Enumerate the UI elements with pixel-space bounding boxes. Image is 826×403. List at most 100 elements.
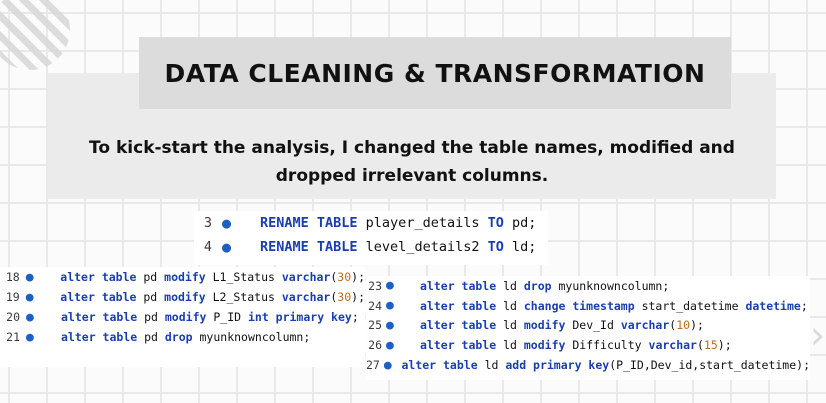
sql-keyword: int primary key [247,310,352,324]
code-line: 3 ● RENAME TABLE player_details TO pd; [194,211,548,235]
breakpoint-dot-icon: ● [386,337,394,353]
sql-text: pd [137,330,165,344]
sql-keyword: drop [523,278,552,293]
sql-text: pd [136,270,165,284]
breakpoint-dot-icon: ● [222,214,232,232]
line-number: 25 [368,318,382,333]
code-line: 27 ● alter table ld add primary key (P_ID,D… [366,355,810,375]
sql-text: ld; [503,239,537,255]
line-number: 4 [203,239,212,255]
sql-keyword: TO [487,239,504,255]
breakpoint-dot-icon: ● [383,357,392,373]
code-snippet-pd: 18 ● alter table pd modify L1_Status varch… [0,267,365,367]
sql-text: ; [800,298,808,313]
subtitle-line-1: To kick-start the analysis, I changed th… [89,138,735,158]
sql-keyword: modify [164,290,206,304]
line-number: 18 [5,270,20,284]
code-line: 24 ● alter table ld change timestamp start… [366,296,810,316]
sql-keyword: modify [164,270,206,284]
breakpoint-dot-icon: ● [386,317,394,333]
code-line: 19 ● alter table pd modify L2_Status varch… [0,287,365,307]
breakpoint-dot-icon: ● [386,298,394,314]
sql-keyword: modify [164,310,207,324]
sql-text: start_datetime [634,298,746,313]
sql-text: pd [137,310,165,324]
sql-keyword: change timestamp [523,298,635,313]
sql-text: ( [330,290,338,304]
sql-text: ( [696,338,704,353]
page-title: DATA CLEANING & TRANSFORMATION [164,58,706,88]
sql-keyword: alter table [60,290,137,304]
code-line: 26 ● alter table ld modify Difficulty varc… [366,335,810,355]
subtitle: To kick-start the analysis, I changed th… [48,134,776,190]
sql-keyword: alter table [420,338,497,353]
sql-text: ); [351,290,365,304]
sql-keyword: add primary key [505,358,610,373]
sql-text: pd [136,290,165,304]
subtitle-line-2: dropped irrelevant columns. [275,166,549,186]
sql-keyword: alter table [420,318,497,333]
code-line: 4 ● RENAME TABLE level_details2 TO ld; [194,235,548,259]
sql-text: ); [351,270,365,284]
sql-text: ); [717,338,732,353]
sql-keyword: varchar [281,270,331,284]
sql-keyword: alter table [420,278,497,293]
sql-text: ( [669,318,677,333]
code-snippet-rename: 3 ● RENAME TABLE player_details TO pd; 4 ● RE… [194,211,548,265]
line-number: 21 [6,330,20,344]
sql-keyword: RENAME TABLE [260,239,358,255]
sql-keyword: datetime [745,298,801,313]
line-number: 26 [368,338,382,353]
line-number: 27 [366,358,380,373]
sql-text: L2_Status [205,290,282,304]
sql-keyword: alter table [61,310,138,324]
sql-text: Difficulty [565,338,649,353]
sql-number: 15 [703,338,718,353]
sql-keyword: varchar [620,318,670,333]
sql-keyword: varchar [648,338,697,353]
sql-text: ld [496,338,524,353]
breakpoint-dot-icon: ● [26,329,34,345]
sql-keyword: TO [487,215,504,231]
sql-number: 30 [337,290,352,304]
sql-keyword: varchar [281,290,331,304]
sql-keyword: alter table [60,270,137,284]
code-line: 23 ● alter table ld drop myunknowncolumn; [366,276,810,296]
line-number: 19 [5,290,20,304]
breakpoint-dot-icon: ● [26,309,34,325]
sql-text: ); [690,318,704,333]
sql-text: player_details [357,215,488,231]
sql-text: ; [351,310,359,324]
title-box: DATA CLEANING & TRANSFORMATION [139,37,731,109]
sql-text: ld [477,358,506,373]
breakpoint-dot-icon: ● [386,278,394,294]
breakpoint-dot-icon: ● [222,238,232,256]
code-line: 25 ● alter table ld modify Dev_Id varchar(… [366,316,810,336]
sql-number: 10 [676,318,691,333]
sql-text: level_details2 [357,239,488,255]
sql-number: 30 [337,270,352,284]
line-number: 3 [203,215,212,231]
sql-text: pd; [503,215,537,231]
diagonal-stripes-decoration [0,0,70,70]
sql-keyword: alter table [420,298,497,313]
sql-text: P_ID [206,310,248,324]
sql-keyword: RENAME TABLE [260,215,358,231]
sql-text: L1_Status [205,270,282,284]
code-line: 21 ● alter table pd drop myunknowncolumn; [0,327,365,347]
sql-keyword: drop [164,330,193,344]
sql-text: myunknowncolumn; [192,330,311,344]
code-line: 18 ● alter table pd modify L1_Status varch… [0,267,365,287]
sql-text: ld [496,318,524,333]
sql-keyword: modify [523,338,566,353]
sql-text: (P_ID,Dev_id,start_datetime); [609,358,810,373]
sql-text: ld [496,298,524,313]
code-snippet-ld: 23 ● alter table ld drop myunknowncolumn; 2… [366,276,810,380]
line-number: 24 [368,298,382,313]
chevron-right-icon[interactable]: › [810,315,826,355]
sql-text: Dev_Id [565,318,621,333]
sql-text: myunknowncolumn; [551,278,670,293]
sql-text: ( [330,270,338,284]
line-number: 23 [368,278,382,293]
sql-keyword: alter table [401,358,478,373]
